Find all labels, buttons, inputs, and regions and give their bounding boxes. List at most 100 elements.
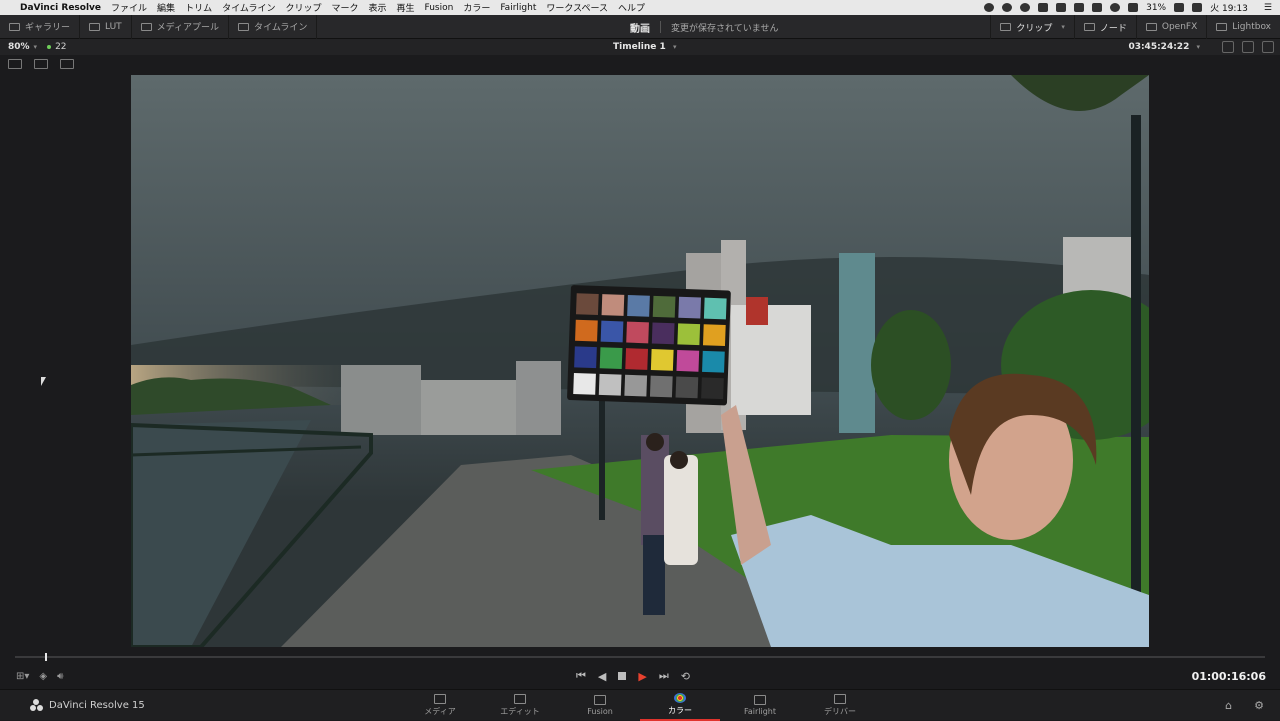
gallery-label: ギャラリー	[25, 23, 71, 33]
color-swatch	[649, 375, 673, 398]
home-icon[interactable]: ⌂	[1225, 699, 1232, 712]
scrub-bar[interactable]	[15, 656, 1265, 658]
lamp-post	[599, 395, 605, 520]
fullscreen-icon[interactable]	[1242, 41, 1254, 53]
menubar-clock[interactable]: 火 19:13	[1210, 1, 1248, 14]
viewer-options-icon[interactable]: ⊞▾	[16, 671, 29, 682]
mouse-cursor	[41, 377, 46, 386]
woman-dress	[664, 455, 698, 565]
lightbox-icon	[1216, 23, 1228, 31]
menu-color[interactable]: カラー	[463, 1, 490, 14]
nodes-icon	[1083, 23, 1095, 31]
menu-fusion[interactable]: Fusion	[425, 3, 454, 13]
wifi-icon[interactable]	[1110, 3, 1121, 12]
menu-workspace[interactable]: ワークスペース	[546, 1, 608, 14]
page-tab-fairlight[interactable]: Fairlight	[720, 690, 800, 721]
sync-icon[interactable]	[1020, 3, 1031, 12]
page-tab-fusion[interactable]: Fusion	[560, 690, 640, 721]
go-to-start-icon[interactable]: ⏮	[576, 669, 586, 683]
toolbar-right: クリップ ▾ ノード OpenFX Lightbox	[990, 15, 1280, 39]
color-swatch	[601, 294, 625, 316]
highlight-icon[interactable]	[60, 59, 74, 69]
input-source-icon[interactable]	[1192, 3, 1203, 12]
single-viewer-icon[interactable]	[8, 59, 22, 69]
media-pool-label: メディアプール	[156, 23, 220, 33]
color-swatch	[675, 376, 699, 399]
menu-help[interactable]: ヘルプ	[618, 1, 645, 14]
video-viewer[interactable]	[131, 75, 1149, 647]
fairlight-page-icon	[754, 695, 766, 705]
color-swatch	[625, 348, 649, 370]
menu-view[interactable]: 表示	[368, 1, 386, 14]
lut-button[interactable]: LUT	[80, 14, 132, 39]
loop-icon[interactable]: ⟲	[681, 670, 690, 683]
woman-head	[670, 451, 688, 469]
zoom-chevron-down-icon[interactable]: ▾	[34, 43, 38, 51]
page-tab-label: Fusion	[587, 707, 613, 716]
playhead[interactable]	[45, 653, 47, 661]
stop-icon[interactable]	[618, 672, 627, 680]
menu-fairlight[interactable]: Fairlight	[500, 3, 536, 13]
media-pool-button[interactable]: メディアプール	[132, 14, 230, 39]
page-tab-deliver[interactable]: デリバー	[800, 690, 880, 721]
lamp-post	[1131, 115, 1141, 647]
source-timecode[interactable]: 03:45:24:22 ▾	[1128, 39, 1200, 55]
gallery-button[interactable]: ギャラリー	[0, 14, 81, 39]
timeline-button[interactable]: タイムライン	[229, 14, 318, 39]
menu-file[interactable]: ファイル	[111, 1, 147, 14]
color-wheel-icon[interactable]	[1222, 41, 1234, 53]
menu-edit[interactable]: 編集	[157, 1, 175, 14]
menu-clip[interactable]: クリップ	[285, 1, 321, 14]
go-to-end-icon[interactable]: ⏭	[659, 669, 669, 683]
viewer-header-icons	[1222, 41, 1274, 53]
controls-icon[interactable]	[1056, 3, 1067, 12]
resolve-logo-icon	[30, 699, 43, 712]
dropbox-icon[interactable]	[1038, 3, 1049, 12]
pagebar-right: ⌂ ⚙	[1225, 699, 1264, 712]
page-tab-edit[interactable]: エディット	[480, 690, 560, 721]
layers-icon[interactable]: ◈	[39, 671, 47, 682]
menu-timeline[interactable]: タイムライン	[222, 1, 275, 14]
lut-label: LUT	[105, 21, 122, 32]
page-tab-media[interactable]: メディア	[400, 690, 480, 721]
lightbox-button[interactable]: Lightbox	[1206, 15, 1280, 39]
palm-tree	[871, 310, 951, 420]
record-timecode: 01:00:16:06	[1191, 669, 1266, 683]
zoom-level[interactable]: 80%	[8, 42, 30, 52]
airplay-icon[interactable]	[1092, 3, 1103, 12]
battery-icon[interactable]	[1174, 3, 1185, 12]
openfx-label: OpenFX	[1161, 22, 1198, 32]
project-status: 動画 変更が保存されていません	[630, 15, 778, 39]
openfx-button[interactable]: OpenFX	[1135, 15, 1206, 39]
volume-icon[interactable]	[1128, 3, 1139, 12]
notification-center-icon[interactable]: ☰	[1264, 3, 1272, 13]
color-swatch	[599, 347, 623, 370]
page-tab-label: エディット	[500, 707, 540, 716]
creative-cloud-icon[interactable]	[1002, 3, 1013, 12]
color-swatch	[598, 373, 622, 396]
play-icon[interactable]: ▶	[638, 670, 646, 683]
timeline-name[interactable]: Timeline 1 ▾	[613, 39, 676, 55]
nodes-button[interactable]: ノード	[1073, 15, 1136, 39]
clip-dropdown-button[interactable]: クリップ ▾	[990, 15, 1074, 39]
display-icon[interactable]	[1074, 3, 1085, 12]
volume-icon[interactable]: 🔊︎	[57, 671, 63, 682]
menu-trim[interactable]: トリム	[185, 1, 212, 14]
settings-gear-icon[interactable]: ⚙	[1254, 699, 1264, 712]
brand-label: DaVinci Resolve 15	[49, 700, 145, 711]
lightbox-label: Lightbox	[1232, 22, 1271, 32]
skype-icon[interactable]	[984, 3, 995, 12]
color-swatch	[574, 346, 597, 369]
battery-percent[interactable]: 31%	[1146, 3, 1166, 13]
menu-mark[interactable]: マーク	[331, 1, 358, 14]
viewer-header: 80% ▾ 22 Timeline 1 ▾ 03:45:24:22 ▾	[0, 39, 1280, 55]
chevron-down-icon: ▾	[1061, 23, 1065, 31]
more-options-icon[interactable]	[1262, 41, 1274, 53]
color-swatch	[701, 377, 724, 400]
menu-playback[interactable]: 再生	[397, 1, 415, 14]
play-reverse-icon[interactable]: ◀	[598, 670, 606, 683]
macos-menubar: DaVinci Resolve ファイル 編集 トリム タイムライン クリップ …	[0, 0, 1280, 15]
split-screen-icon[interactable]	[34, 59, 48, 69]
page-tab-color[interactable]: カラー	[640, 690, 720, 721]
menu-app-name[interactable]: DaVinci Resolve	[20, 3, 101, 13]
